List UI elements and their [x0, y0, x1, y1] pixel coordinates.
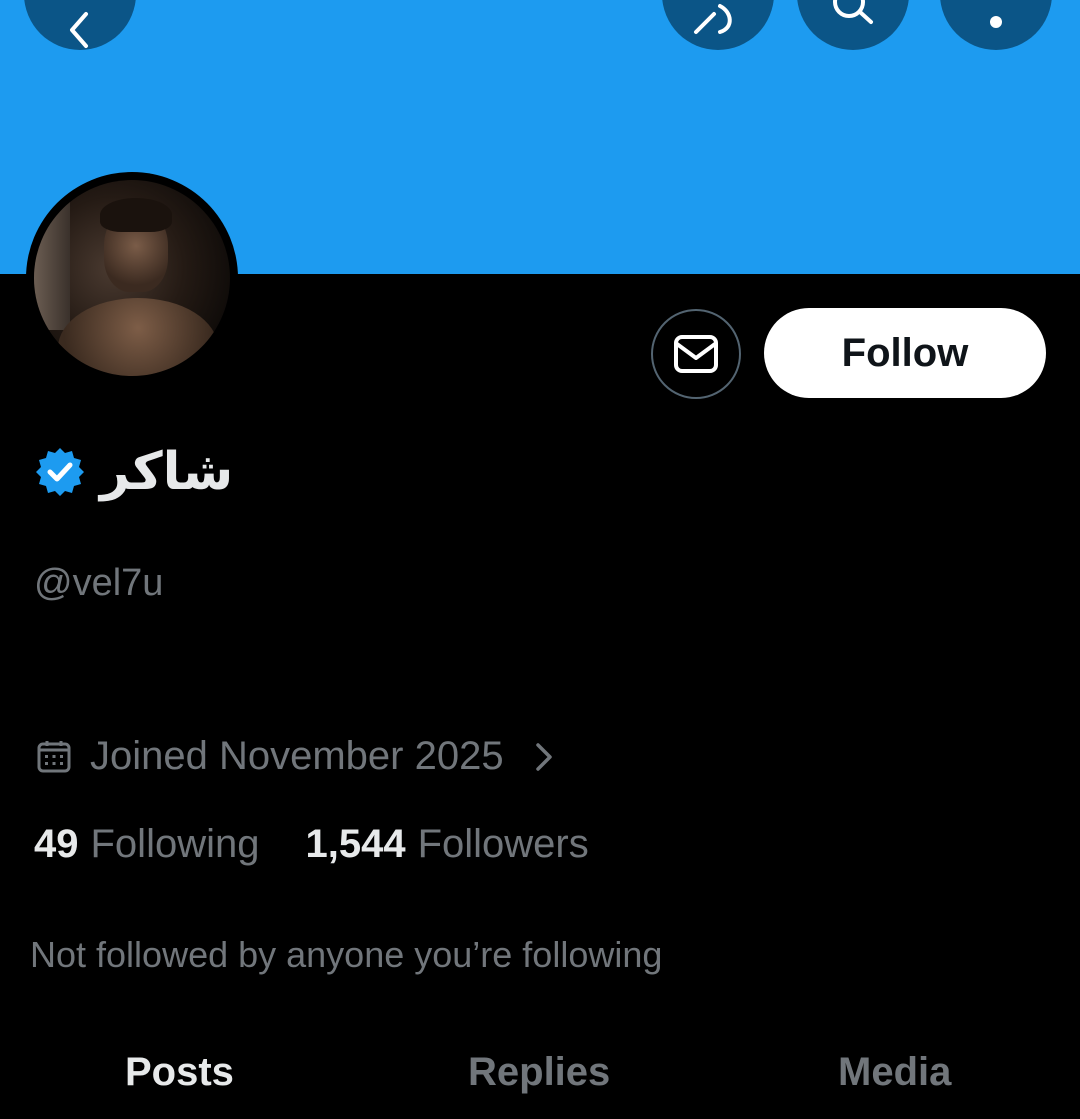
- back-arrow-icon: [70, 12, 88, 48]
- joined-date-row[interactable]: Joined November 2025: [36, 734, 556, 779]
- more-icon: [990, 16, 1002, 28]
- following-count: 49: [34, 822, 79, 866]
- user-handle: @vel7u: [34, 562, 164, 604]
- display-name: شاكر: [100, 442, 234, 502]
- chevron-right-icon: [535, 742, 552, 771]
- avatar-photo: [34, 180, 230, 376]
- grok-icon: [694, 4, 732, 34]
- display-name-row: شاكر: [34, 436, 233, 508]
- follow-button[interactable]: Follow: [764, 308, 1046, 398]
- calendar-icon: [37, 740, 71, 772]
- followers-count: 1,544: [305, 822, 406, 866]
- following-label: Following: [90, 822, 260, 866]
- message-button[interactable]: [651, 309, 741, 399]
- follow-stats: 49 Following 1,544 Followers: [34, 822, 589, 867]
- joined-date: Joined November 2025: [90, 734, 504, 778]
- followers-label: Followers: [417, 822, 589, 866]
- following-link[interactable]: 49 Following: [34, 822, 259, 867]
- tab-replies[interactable]: Replies: [468, 1050, 610, 1095]
- avatar[interactable]: [26, 172, 238, 384]
- profile-page: Follow شاكر @vel7u Joined November 2025: [0, 0, 1080, 1119]
- verified-badge-icon: [36, 448, 84, 496]
- profile-tabs: Posts Replies Media: [0, 1040, 1080, 1119]
- mutual-followers-note: Not followed by anyone you’re following: [30, 934, 663, 975]
- followers-link[interactable]: 1,544 Followers: [305, 822, 588, 867]
- search-icon: [833, 0, 873, 24]
- tab-media[interactable]: Media: [838, 1050, 951, 1095]
- tab-posts[interactable]: Posts: [125, 1050, 234, 1095]
- mail-icon: [674, 335, 718, 373]
